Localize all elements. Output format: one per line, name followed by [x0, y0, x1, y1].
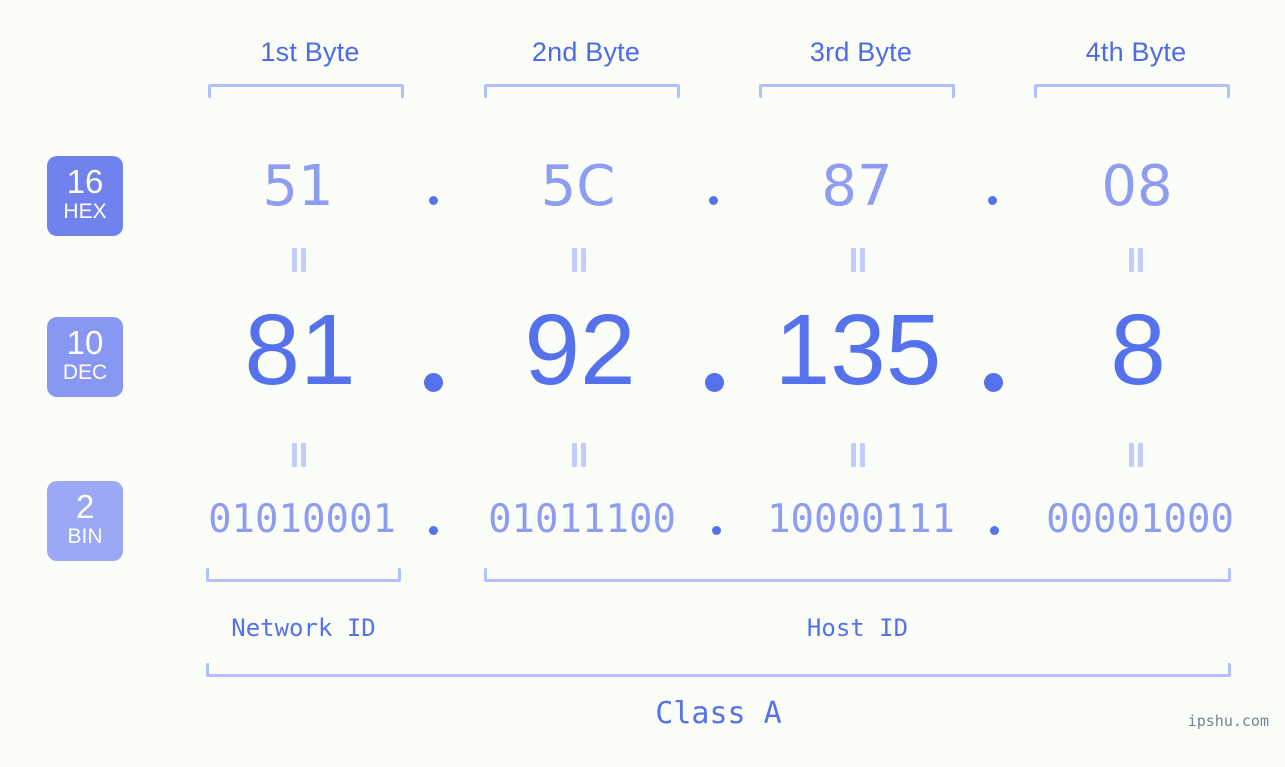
hex-separator-1: [429, 196, 438, 205]
base-badge-hex-name: HEX: [63, 200, 107, 223]
equals-icon-hex-dec-3: [851, 248, 867, 272]
equals-icon-hex-dec-4: [1129, 248, 1145, 272]
network-id-bracket: [206, 568, 401, 582]
bin-value-2: 01011100: [488, 497, 676, 542]
byte-bracket-1: [208, 84, 404, 98]
equals-icon-hex-dec-1: [292, 248, 308, 272]
equals-icon-dec-bin-1: [292, 443, 308, 467]
hex-separator-3: [988, 196, 997, 205]
site-watermark: ipshu.com: [1187, 712, 1269, 730]
equals-icon-dec-bin-3: [851, 443, 867, 467]
byte-header-2: 2nd Byte: [466, 34, 706, 70]
byte-bracket-2: [484, 84, 680, 98]
base-badge-bin-name: BIN: [67, 525, 103, 548]
equals-icon-hex-dec-2: [572, 248, 588, 272]
byte-bracket-4: [1034, 84, 1230, 98]
dec-separator-2: [705, 373, 724, 392]
equals-icon-dec-bin-4: [1129, 443, 1145, 467]
bin-separator-1: [429, 526, 438, 535]
ip-address-breakdown-diagram: 1st Byte 2nd Byte 3rd Byte 4th Byte 16 H…: [0, 0, 1285, 767]
byte-header-3: 3rd Byte: [741, 34, 981, 70]
network-id-label: Network ID: [231, 614, 376, 642]
dec-value-2: 92: [524, 294, 636, 406]
byte-header-3-label: 3rd Byte: [809, 37, 913, 67]
hex-separator-2: [709, 196, 718, 205]
bin-value-1: 01010001: [208, 497, 396, 542]
host-id-label: Host ID: [806, 614, 909, 642]
base-badge-dec-number: 10: [66, 324, 104, 361]
class-label: Class A: [655, 696, 782, 731]
bin-separator-2: [712, 526, 721, 535]
byte-header-2-label: 2nd Byte: [531, 37, 641, 67]
bin-separator-3: [990, 526, 999, 535]
dec-separator-3: [984, 373, 1003, 392]
bin-value-4: 00001000: [1046, 497, 1234, 542]
base-badge-hex: 16 HEX: [47, 156, 123, 236]
base-badge-dec-name: DEC: [62, 361, 108, 384]
dec-separator-1: [424, 373, 443, 392]
base-badge-bin-number: 2: [75, 488, 95, 525]
class-bracket: [206, 663, 1231, 677]
hex-value-2: 5C: [540, 154, 616, 219]
equals-icon-dec-bin-2: [572, 443, 588, 467]
dec-value-3: 135: [774, 294, 942, 406]
byte-header-1: 1st Byte: [190, 34, 430, 70]
base-badge-bin: 2 BIN: [47, 481, 123, 561]
bin-value-3: 10000111: [767, 497, 955, 542]
dec-value-4: 8: [1110, 294, 1166, 406]
hex-value-1: 51: [262, 154, 334, 219]
host-id-bracket: [484, 568, 1231, 582]
base-badge-hex-number: 16: [66, 163, 104, 200]
dec-value-1: 81: [244, 294, 356, 406]
base-badge-dec: 10 DEC: [47, 317, 123, 397]
byte-header-1-label: 1st Byte: [260, 37, 360, 67]
hex-value-3: 87: [821, 154, 893, 219]
byte-header-4: 4th Byte: [1016, 34, 1256, 70]
byte-bracket-3: [759, 84, 955, 98]
byte-header-4-label: 4th Byte: [1085, 37, 1187, 67]
hex-value-4: 08: [1101, 154, 1173, 219]
